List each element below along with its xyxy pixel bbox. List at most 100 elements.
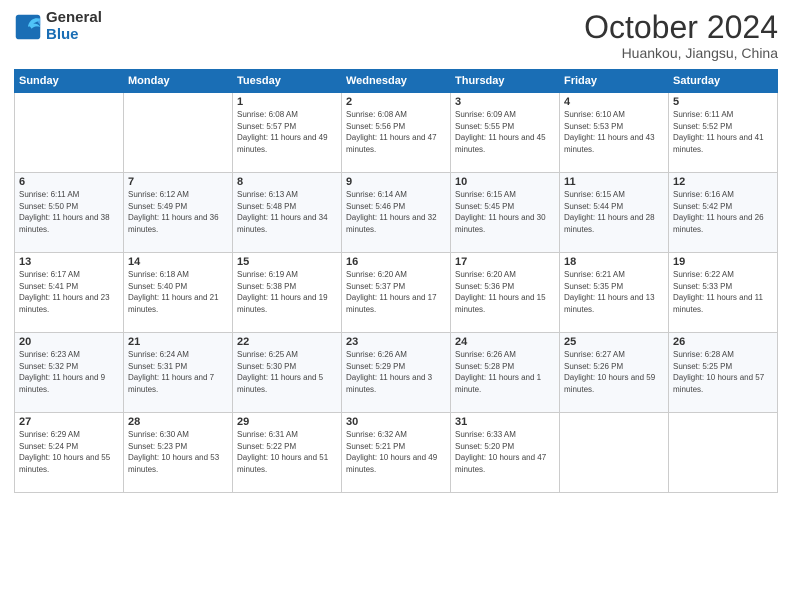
day-info: Sunrise: 6:11 AM Sunset: 5:52 PM Dayligh… (673, 109, 773, 155)
page-header: General Blue October 2024 Huankou, Jiang… (14, 10, 778, 61)
calendar-cell: 17Sunrise: 6:20 AM Sunset: 5:36 PM Dayli… (451, 253, 560, 333)
day-info: Sunrise: 6:27 AM Sunset: 5:26 PM Dayligh… (564, 349, 664, 395)
calendar-cell (560, 413, 669, 493)
calendar-cell: 26Sunrise: 6:28 AM Sunset: 5:25 PM Dayli… (669, 333, 778, 413)
weekday-header-monday: Monday (124, 70, 233, 93)
calendar-week-row: 1Sunrise: 6:08 AM Sunset: 5:57 PM Daylig… (15, 93, 778, 173)
weekday-header-sunday: Sunday (15, 70, 124, 93)
calendar-cell: 8Sunrise: 6:13 AM Sunset: 5:48 PM Daylig… (233, 173, 342, 253)
day-info: Sunrise: 6:24 AM Sunset: 5:31 PM Dayligh… (128, 349, 228, 395)
day-info: Sunrise: 6:11 AM Sunset: 5:50 PM Dayligh… (19, 189, 119, 235)
day-number: 25 (564, 336, 664, 348)
calendar-week-row: 27Sunrise: 6:29 AM Sunset: 5:24 PM Dayli… (15, 413, 778, 493)
day-number: 16 (346, 256, 446, 268)
day-number: 14 (128, 256, 228, 268)
day-number: 15 (237, 256, 337, 268)
day-number: 23 (346, 336, 446, 348)
logo-icon (14, 13, 42, 41)
day-number: 1 (237, 96, 337, 108)
day-number: 13 (19, 256, 119, 268)
calendar-cell: 29Sunrise: 6:31 AM Sunset: 5:22 PM Dayli… (233, 413, 342, 493)
calendar-cell: 7Sunrise: 6:12 AM Sunset: 5:49 PM Daylig… (124, 173, 233, 253)
logo-general-text: General (46, 10, 102, 27)
month-title: October 2024 (584, 10, 778, 45)
day-number: 24 (455, 336, 555, 348)
calendar-cell: 10Sunrise: 6:15 AM Sunset: 5:45 PM Dayli… (451, 173, 560, 253)
day-info: Sunrise: 6:20 AM Sunset: 5:36 PM Dayligh… (455, 269, 555, 315)
calendar-cell: 16Sunrise: 6:20 AM Sunset: 5:37 PM Dayli… (342, 253, 451, 333)
calendar-cell: 11Sunrise: 6:15 AM Sunset: 5:44 PM Dayli… (560, 173, 669, 253)
day-number: 2 (346, 96, 446, 108)
day-info: Sunrise: 6:26 AM Sunset: 5:28 PM Dayligh… (455, 349, 555, 395)
calendar-cell: 6Sunrise: 6:11 AM Sunset: 5:50 PM Daylig… (15, 173, 124, 253)
calendar-cell: 30Sunrise: 6:32 AM Sunset: 5:21 PM Dayli… (342, 413, 451, 493)
title-block: October 2024 Huankou, Jiangsu, China (584, 10, 778, 61)
day-info: Sunrise: 6:32 AM Sunset: 5:21 PM Dayligh… (346, 429, 446, 475)
day-number: 11 (564, 176, 664, 188)
calendar-header-row: SundayMondayTuesdayWednesdayThursdayFrid… (15, 70, 778, 93)
day-number: 20 (19, 336, 119, 348)
location: Huankou, Jiangsu, China (584, 45, 778, 61)
calendar-cell: 19Sunrise: 6:22 AM Sunset: 5:33 PM Dayli… (669, 253, 778, 333)
day-info: Sunrise: 6:16 AM Sunset: 5:42 PM Dayligh… (673, 189, 773, 235)
day-number: 21 (128, 336, 228, 348)
calendar-cell: 15Sunrise: 6:19 AM Sunset: 5:38 PM Dayli… (233, 253, 342, 333)
day-info: Sunrise: 6:20 AM Sunset: 5:37 PM Dayligh… (346, 269, 446, 315)
day-number: 26 (673, 336, 773, 348)
day-info: Sunrise: 6:10 AM Sunset: 5:53 PM Dayligh… (564, 109, 664, 155)
calendar-cell (669, 413, 778, 493)
calendar-cell: 1Sunrise: 6:08 AM Sunset: 5:57 PM Daylig… (233, 93, 342, 173)
logo: General Blue (14, 10, 102, 43)
calendar-cell: 2Sunrise: 6:08 AM Sunset: 5:56 PM Daylig… (342, 93, 451, 173)
day-number: 4 (564, 96, 664, 108)
day-number: 10 (455, 176, 555, 188)
calendar-cell: 20Sunrise: 6:23 AM Sunset: 5:32 PM Dayli… (15, 333, 124, 413)
day-info: Sunrise: 6:14 AM Sunset: 5:46 PM Dayligh… (346, 189, 446, 235)
calendar-cell: 28Sunrise: 6:30 AM Sunset: 5:23 PM Dayli… (124, 413, 233, 493)
day-info: Sunrise: 6:12 AM Sunset: 5:49 PM Dayligh… (128, 189, 228, 235)
day-number: 31 (455, 416, 555, 428)
day-info: Sunrise: 6:13 AM Sunset: 5:48 PM Dayligh… (237, 189, 337, 235)
day-info: Sunrise: 6:25 AM Sunset: 5:30 PM Dayligh… (237, 349, 337, 395)
calendar-cell: 14Sunrise: 6:18 AM Sunset: 5:40 PM Dayli… (124, 253, 233, 333)
day-number: 17 (455, 256, 555, 268)
day-info: Sunrise: 6:09 AM Sunset: 5:55 PM Dayligh… (455, 109, 555, 155)
day-info: Sunrise: 6:08 AM Sunset: 5:57 PM Dayligh… (237, 109, 337, 155)
day-number: 9 (346, 176, 446, 188)
day-number: 7 (128, 176, 228, 188)
day-number: 27 (19, 416, 119, 428)
day-number: 8 (237, 176, 337, 188)
day-number: 28 (128, 416, 228, 428)
calendar-cell: 13Sunrise: 6:17 AM Sunset: 5:41 PM Dayli… (15, 253, 124, 333)
calendar-cell: 23Sunrise: 6:26 AM Sunset: 5:29 PM Dayli… (342, 333, 451, 413)
logo-blue-text: Blue (46, 27, 102, 44)
day-number: 5 (673, 96, 773, 108)
calendar-cell (15, 93, 124, 173)
day-number: 6 (19, 176, 119, 188)
day-number: 3 (455, 96, 555, 108)
day-number: 29 (237, 416, 337, 428)
weekday-header-friday: Friday (560, 70, 669, 93)
day-number: 18 (564, 256, 664, 268)
day-info: Sunrise: 6:21 AM Sunset: 5:35 PM Dayligh… (564, 269, 664, 315)
day-info: Sunrise: 6:17 AM Sunset: 5:41 PM Dayligh… (19, 269, 119, 315)
day-info: Sunrise: 6:18 AM Sunset: 5:40 PM Dayligh… (128, 269, 228, 315)
calendar-cell: 24Sunrise: 6:26 AM Sunset: 5:28 PM Dayli… (451, 333, 560, 413)
day-number: 30 (346, 416, 446, 428)
day-info: Sunrise: 6:30 AM Sunset: 5:23 PM Dayligh… (128, 429, 228, 475)
calendar-cell: 9Sunrise: 6:14 AM Sunset: 5:46 PM Daylig… (342, 173, 451, 253)
day-info: Sunrise: 6:31 AM Sunset: 5:22 PM Dayligh… (237, 429, 337, 475)
calendar-cell: 31Sunrise: 6:33 AM Sunset: 5:20 PM Dayli… (451, 413, 560, 493)
day-info: Sunrise: 6:15 AM Sunset: 5:44 PM Dayligh… (564, 189, 664, 235)
calendar-cell: 21Sunrise: 6:24 AM Sunset: 5:31 PM Dayli… (124, 333, 233, 413)
calendar-cell: 18Sunrise: 6:21 AM Sunset: 5:35 PM Dayli… (560, 253, 669, 333)
weekday-header-wednesday: Wednesday (342, 70, 451, 93)
calendar-cell: 25Sunrise: 6:27 AM Sunset: 5:26 PM Dayli… (560, 333, 669, 413)
weekday-header-thursday: Thursday (451, 70, 560, 93)
weekday-header-saturday: Saturday (669, 70, 778, 93)
calendar-cell: 12Sunrise: 6:16 AM Sunset: 5:42 PM Dayli… (669, 173, 778, 253)
calendar-week-row: 20Sunrise: 6:23 AM Sunset: 5:32 PM Dayli… (15, 333, 778, 413)
calendar-cell: 3Sunrise: 6:09 AM Sunset: 5:55 PM Daylig… (451, 93, 560, 173)
day-info: Sunrise: 6:22 AM Sunset: 5:33 PM Dayligh… (673, 269, 773, 315)
logo-text: General Blue (46, 10, 102, 43)
